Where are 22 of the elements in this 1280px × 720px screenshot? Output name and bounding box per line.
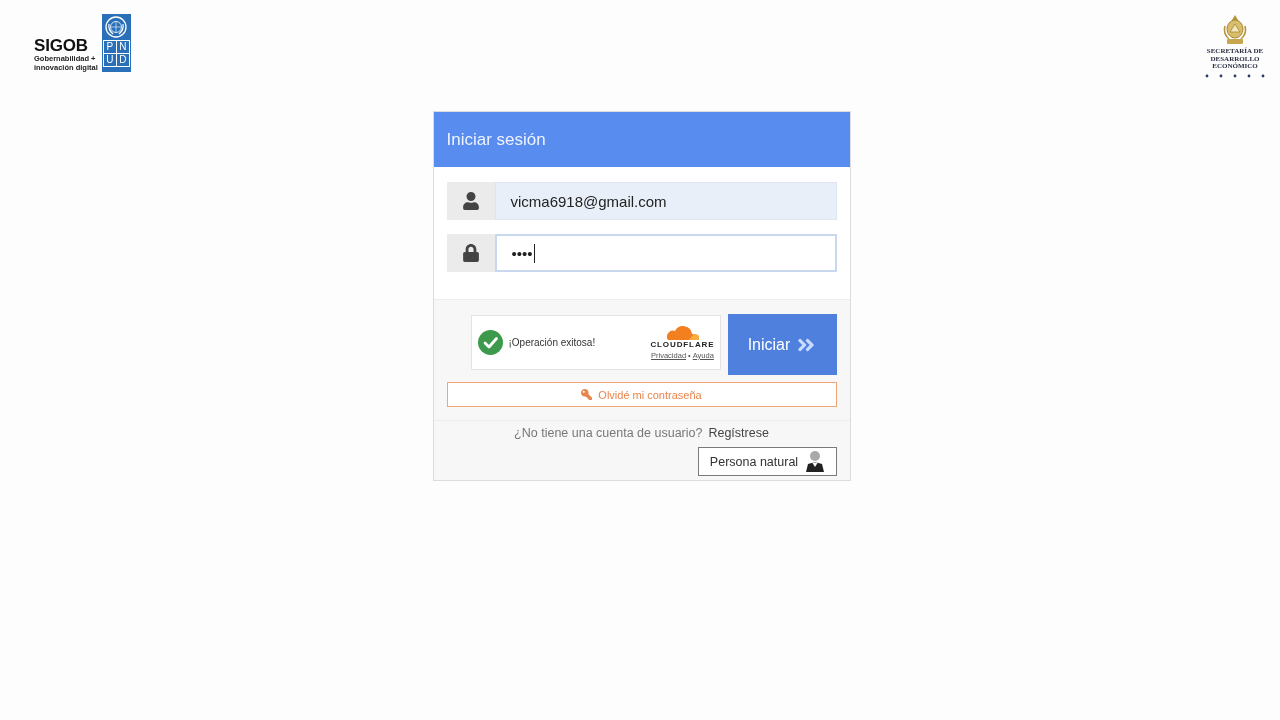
key-icon: [581, 389, 593, 400]
captcha-brand: CLOUDFLARE: [650, 340, 715, 349]
user-icon: [461, 192, 480, 210]
signup-link[interactable]: Regístrese: [708, 426, 769, 440]
logo-letter: P: [103, 41, 116, 53]
person-icon: [806, 451, 825, 472]
logo-title: SIGOB: [34, 37, 88, 55]
logo-letter: U: [103, 54, 116, 66]
card-title: Iniciar sesión: [446, 129, 546, 150]
natural-person-button[interactable]: Persona natural: [697, 447, 837, 476]
login-button[interactable]: Iniciar: [727, 314, 837, 375]
cloud-icon: [665, 325, 700, 340]
signup-prompt: ¿No tiene una cuenta de usuario?: [514, 426, 703, 440]
lock-icon: [461, 244, 480, 262]
logo-letter: D: [116, 54, 129, 66]
username-field[interactable]: vicma6918@gmail.com: [494, 182, 837, 220]
captcha-status: ¡Operación exitosa!: [508, 337, 596, 348]
stars-icon: [1205, 73, 1265, 78]
coat-of-arms-icon: [1223, 14, 1247, 45]
password-field[interactable]: ••••: [494, 234, 837, 272]
un-emblem-icon: [105, 16, 128, 38]
logo-letter: N: [116, 41, 129, 53]
